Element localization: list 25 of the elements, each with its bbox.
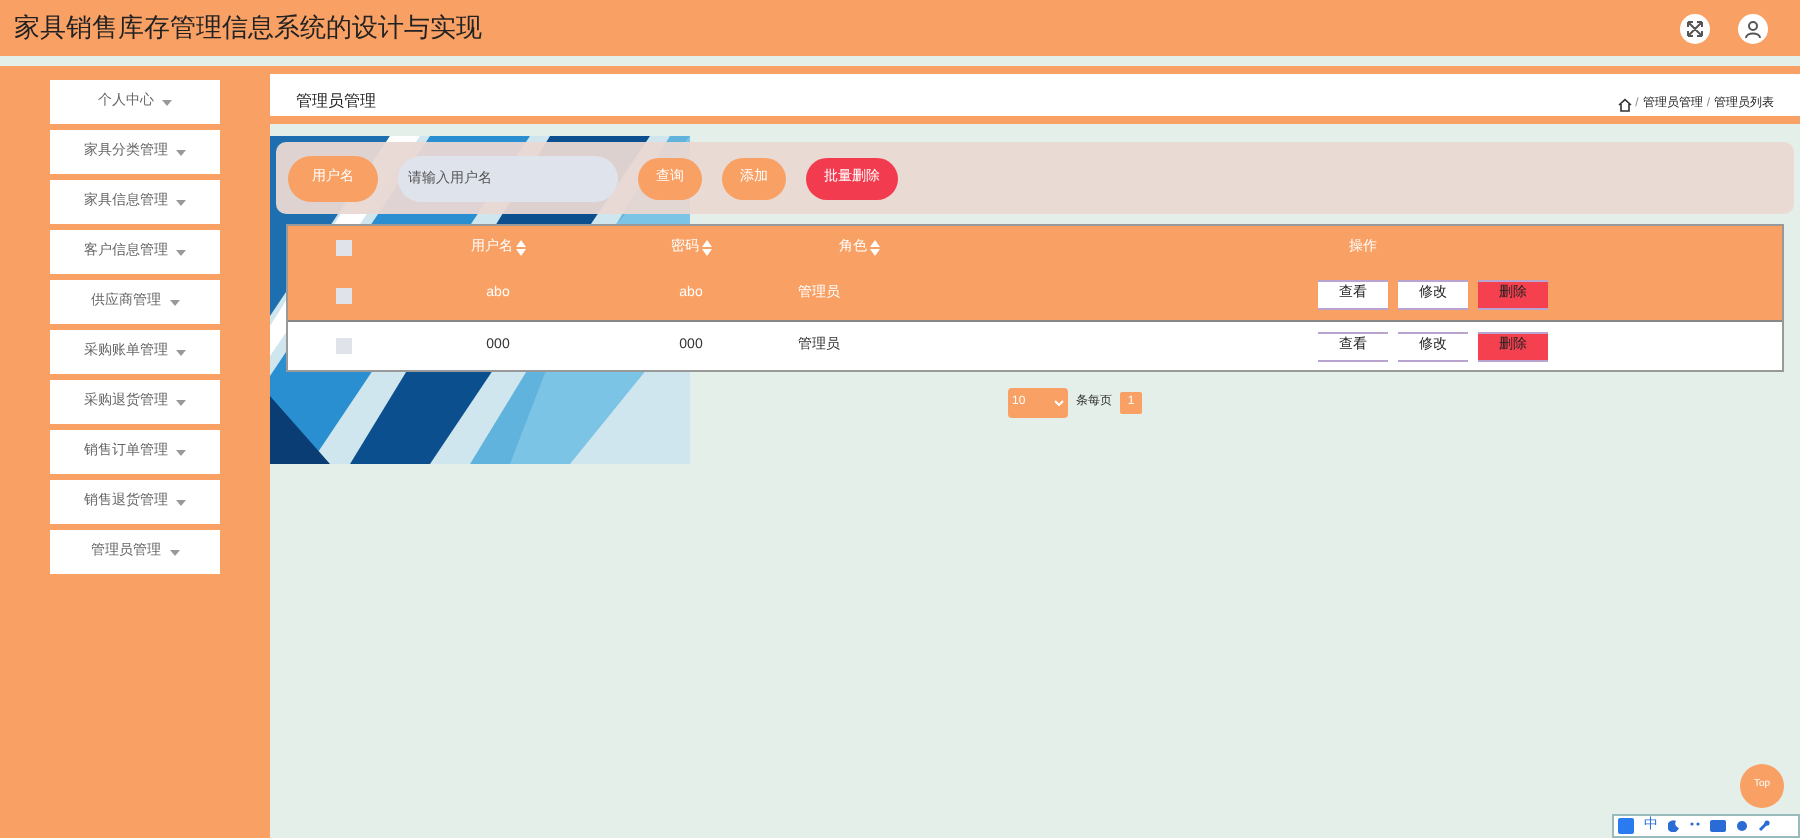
select-all-checkbox[interactable] [336, 240, 352, 256]
caret-icon [176, 149, 186, 155]
chevron-down-icon [1054, 400, 1064, 406]
caret-icon [176, 349, 186, 355]
caret-icon [176, 399, 186, 405]
sort-icon [515, 240, 525, 256]
caret-icon [169, 299, 179, 305]
caret-icon [162, 99, 172, 105]
caret-icon [176, 449, 186, 455]
user-icon[interactable] [1738, 13, 1768, 43]
wrench-icon[interactable] [1758, 820, 1770, 832]
caret-icon [169, 549, 179, 555]
page-title: 管理员管理 [296, 90, 376, 114]
row-checkbox[interactable] [336, 287, 352, 303]
sort-icon [701, 240, 711, 256]
app-title: 家具销售库存管理信息系统的设计与实现 [14, 10, 482, 47]
fullscreen-icon[interactable] [1680, 13, 1710, 43]
caret-icon [176, 199, 186, 205]
moon-icon[interactable] [1668, 820, 1680, 832]
punctuation-icon[interactable] [1690, 822, 1700, 830]
caret-icon [176, 499, 186, 505]
row-checkbox[interactable] [336, 338, 352, 354]
sort-icon [869, 240, 879, 256]
caret-icon [176, 249, 186, 255]
home-icon [1617, 98, 1632, 112]
